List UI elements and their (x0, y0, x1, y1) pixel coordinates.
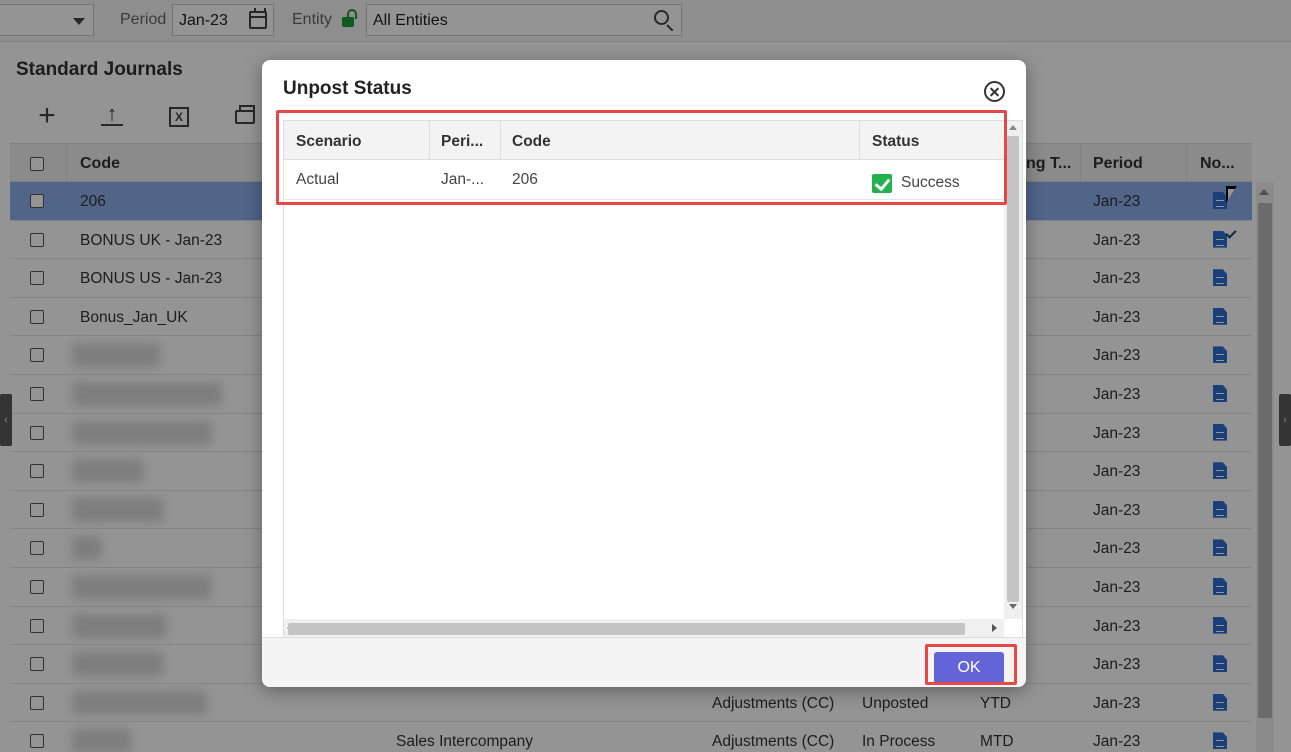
status-grid-horizontal-thumb[interactable] (288, 623, 965, 635)
dialog-footer: OK (262, 637, 1026, 687)
highlight-status-row (276, 110, 1007, 205)
status-grid-vertical-thumb[interactable] (1007, 136, 1019, 602)
close-icon[interactable] (984, 81, 1005, 102)
dialog-title: Unpost Status (283, 78, 412, 99)
scroll-down-arrow-icon[interactable] (1009, 604, 1017, 609)
highlight-ok-button (925, 644, 1017, 685)
scroll-right-arrow-icon[interactable] (992, 624, 997, 632)
scroll-up-arrow-icon[interactable] (1009, 125, 1017, 130)
